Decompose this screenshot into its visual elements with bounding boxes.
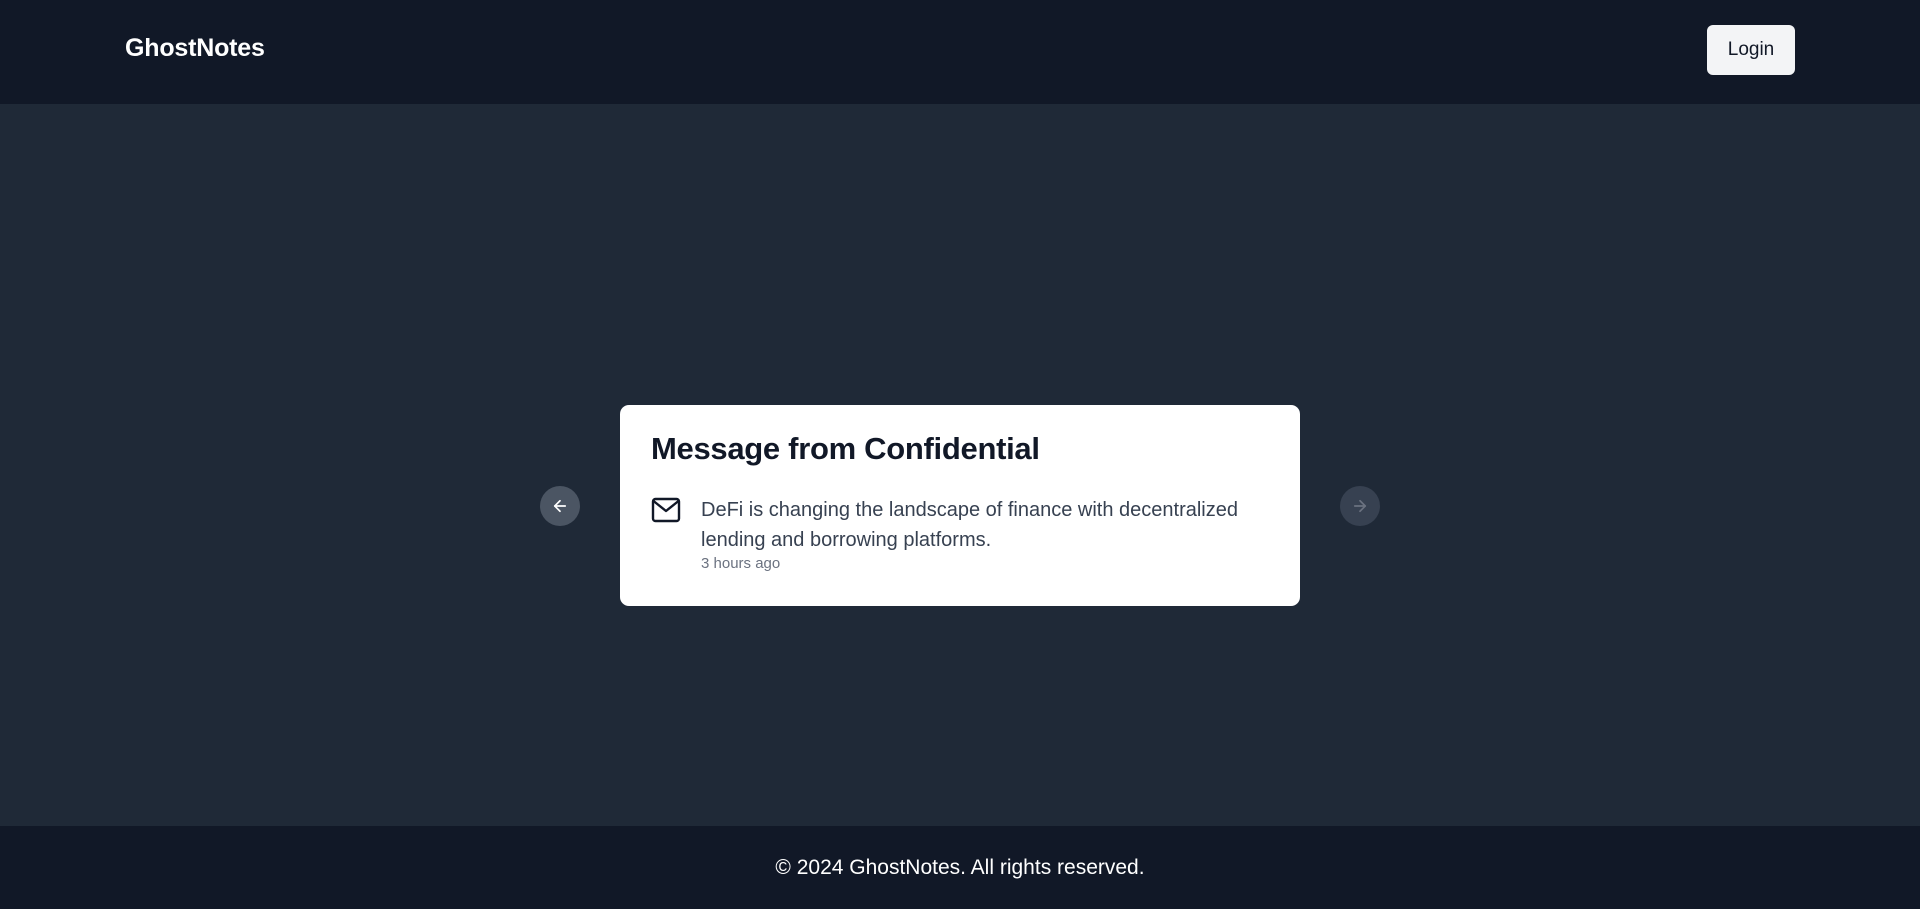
login-button[interactable]: Login: [1707, 25, 1795, 75]
card-title: Message from Confidential: [651, 431, 1040, 466]
carousel-prev-button[interactable]: [540, 486, 580, 526]
arrow-left-icon: [553, 499, 567, 513]
brand-logo[interactable]: GhostNotes: [125, 34, 265, 63]
message-text: DeFi is changing the landscape of financ…: [701, 499, 1238, 551]
top-header: GhostNotes Login: [0, 0, 1920, 104]
arrow-right-icon: [1353, 499, 1367, 513]
message-card: Message from Confidential DeFi is changi…: [620, 405, 1300, 606]
carousel-next-button[interactable]: [1340, 486, 1380, 526]
message-timestamp: 3 hours ago: [701, 555, 781, 572]
copyright-text: © 2024 GhostNotes. All rights reserved.: [775, 855, 1145, 879]
mail-icon: [651, 497, 681, 523]
page-footer: © 2024 GhostNotes. All rights reserved.: [0, 826, 1920, 909]
